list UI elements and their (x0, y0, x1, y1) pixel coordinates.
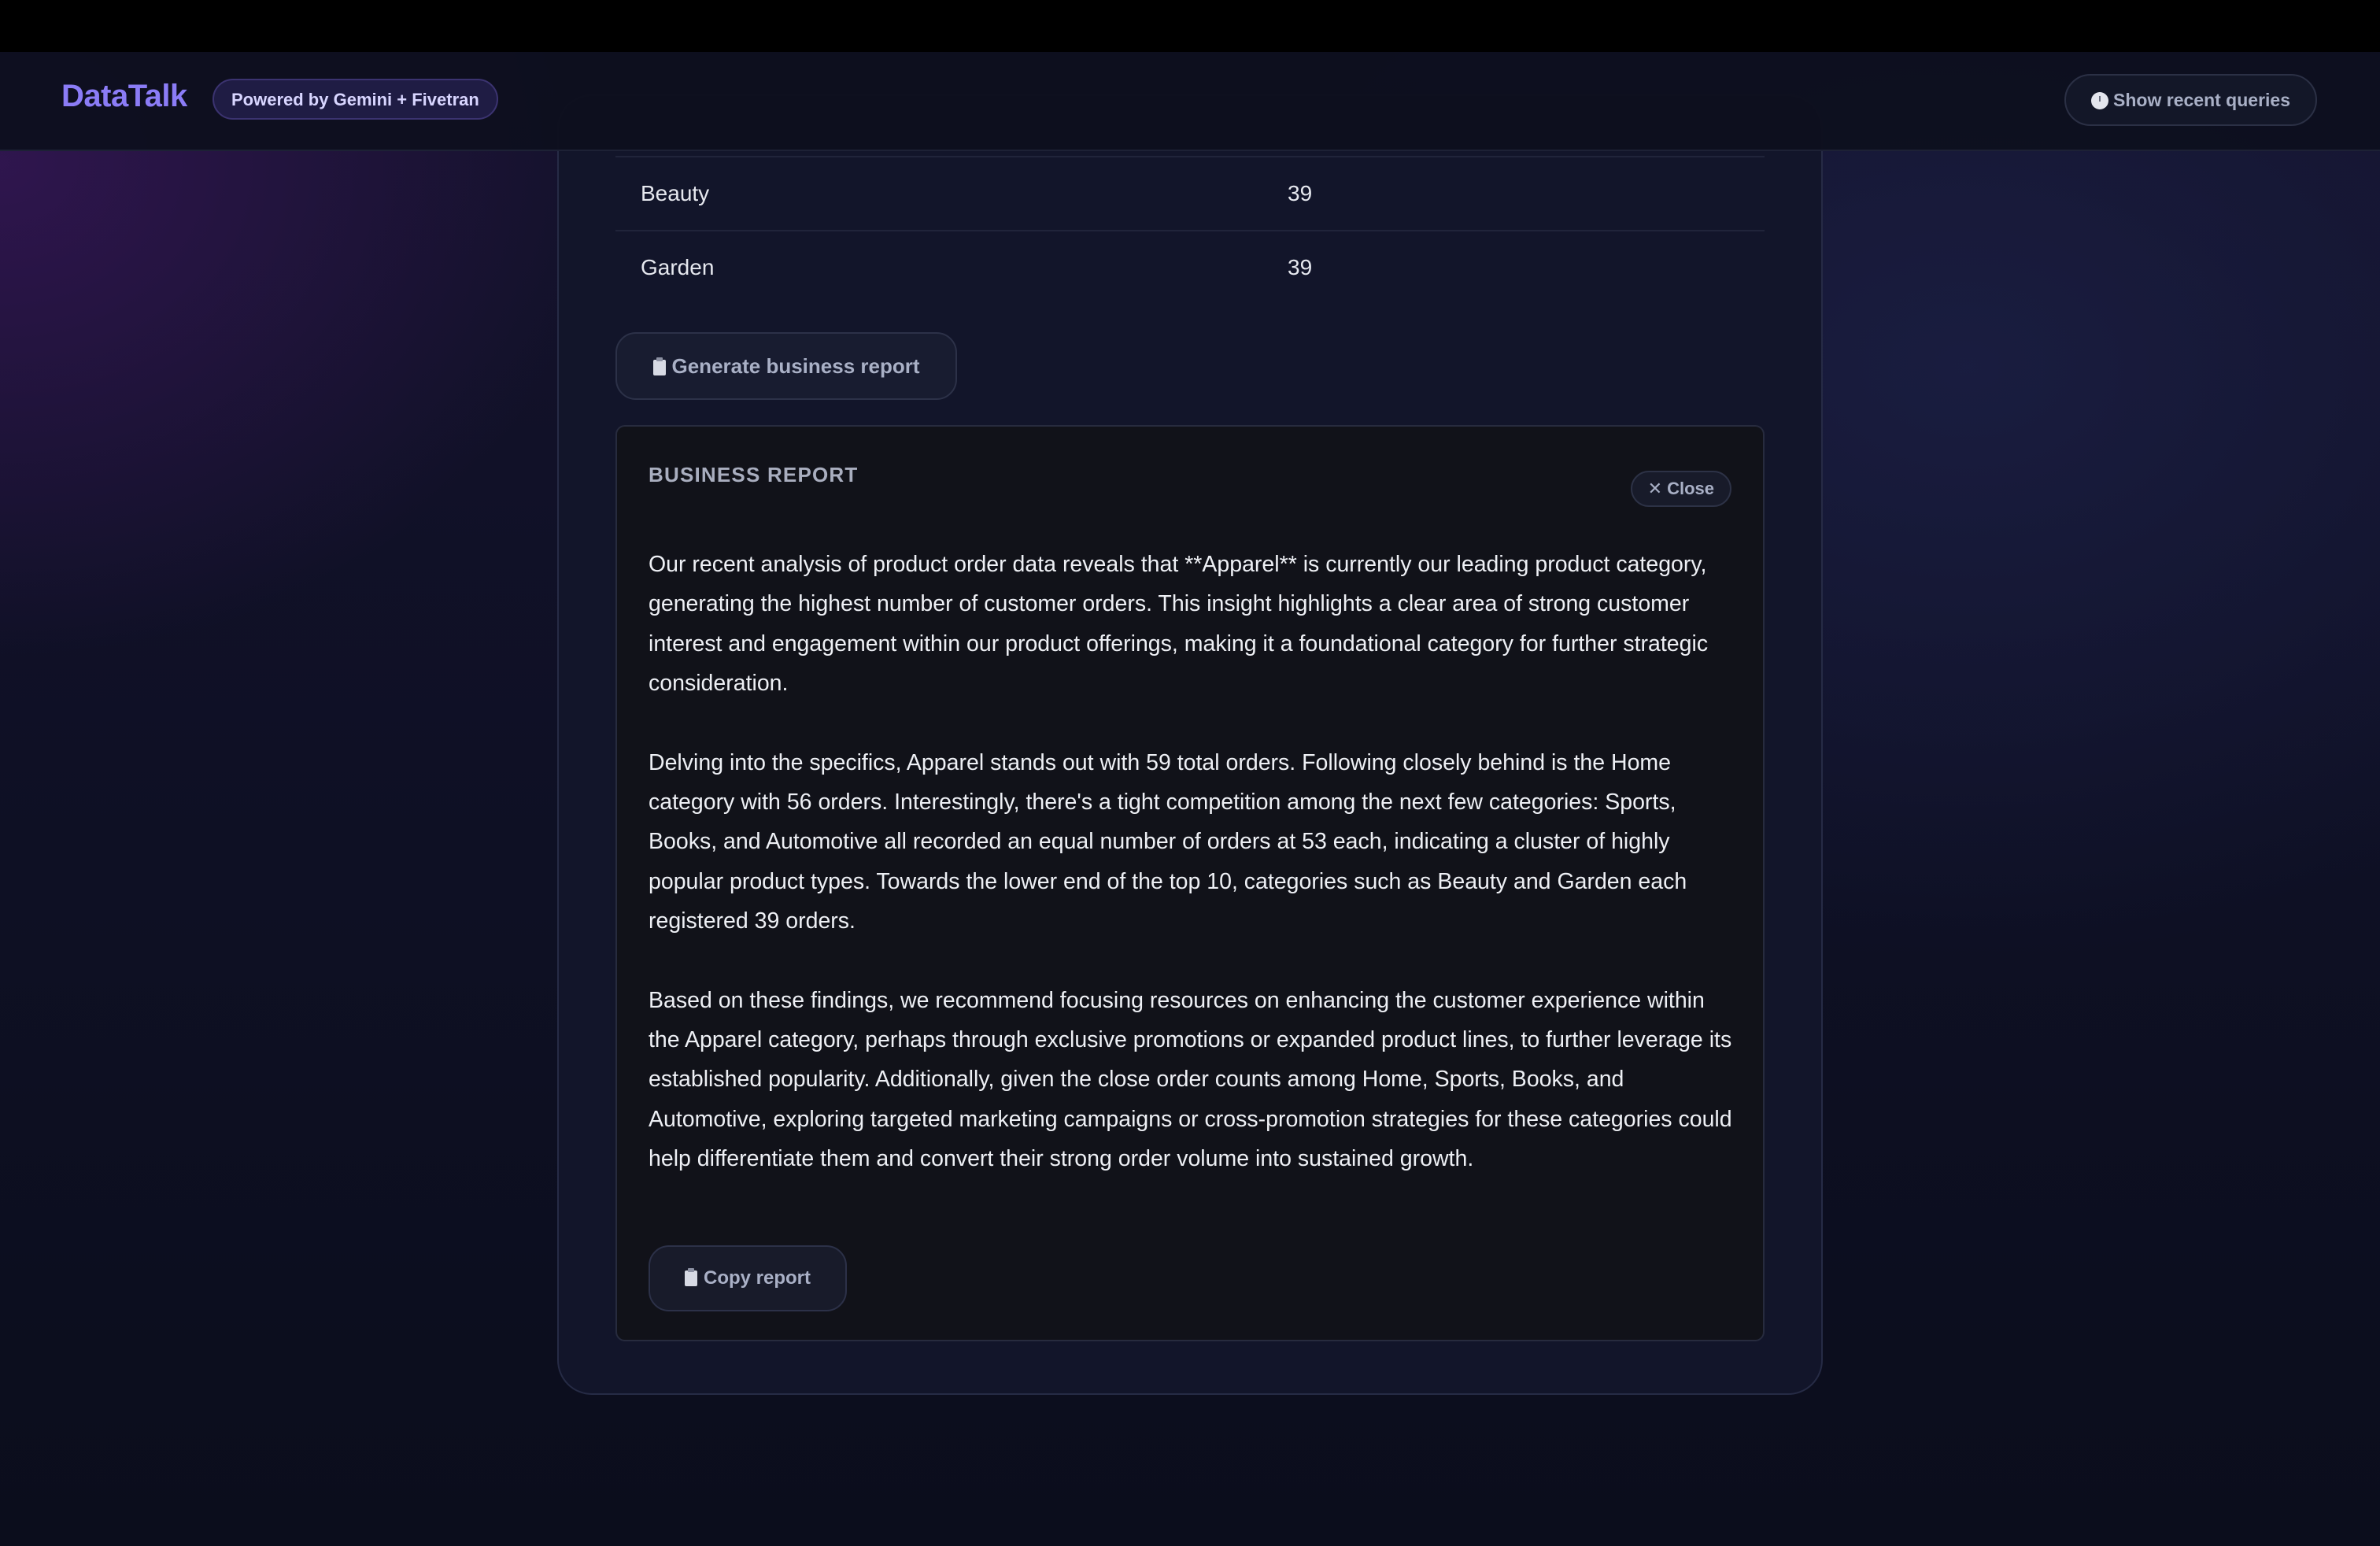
clipboard-icon (652, 357, 666, 375)
copy-report-button[interactable]: Copy report (649, 1245, 847, 1311)
generate-business-report-button[interactable]: Generate business report (615, 332, 957, 400)
app-header: DataTalk Powered by Gemini + Fivetran Sh… (0, 52, 2380, 151)
table-cell-count: 39 (1288, 181, 1313, 205)
powered-by-badge: Powered by Gemini + Fivetran (213, 79, 498, 120)
table-cell-category: Beauty (641, 181, 710, 205)
show-recent-queries-button[interactable]: Show recent queries (2064, 74, 2317, 126)
report-paragraph: Based on these findings, we recommend fo… (649, 987, 1732, 1172)
table-cell-count: 39 (1288, 255, 1313, 279)
close-report-label: Close (1667, 479, 1714, 498)
brand-logo[interactable]: DataTalk (61, 79, 187, 114)
report-paragraph: Delving into the specifics, Apparel stan… (649, 749, 1687, 934)
table-row: Garden 39 (615, 231, 1765, 307)
generate-business-report-label: Generate business report (671, 354, 920, 378)
close-icon: ✕ (1647, 479, 1663, 498)
show-recent-queries-label: Show recent queries (2113, 90, 2290, 110)
os-top-bar (0, 0, 2380, 52)
report-paragraph: Our recent analysis of product order dat… (649, 552, 1709, 697)
clock-icon (2091, 92, 2109, 109)
table-cell-category: Garden (641, 255, 715, 279)
close-report-button[interactable]: ✕ Close (1630, 471, 1731, 507)
report-title: BUSINESS REPORT (649, 463, 859, 486)
report-body: Our recent analysis of product order dat… (649, 545, 1735, 1219)
clipboard-icon (684, 1268, 697, 1286)
table-row: Beauty 39 (615, 156, 1765, 231)
copy-report-label: Copy report (703, 1267, 811, 1289)
business-report-panel: BUSINESS REPORT ✕ Close Our recent analys… (615, 425, 1765, 1341)
